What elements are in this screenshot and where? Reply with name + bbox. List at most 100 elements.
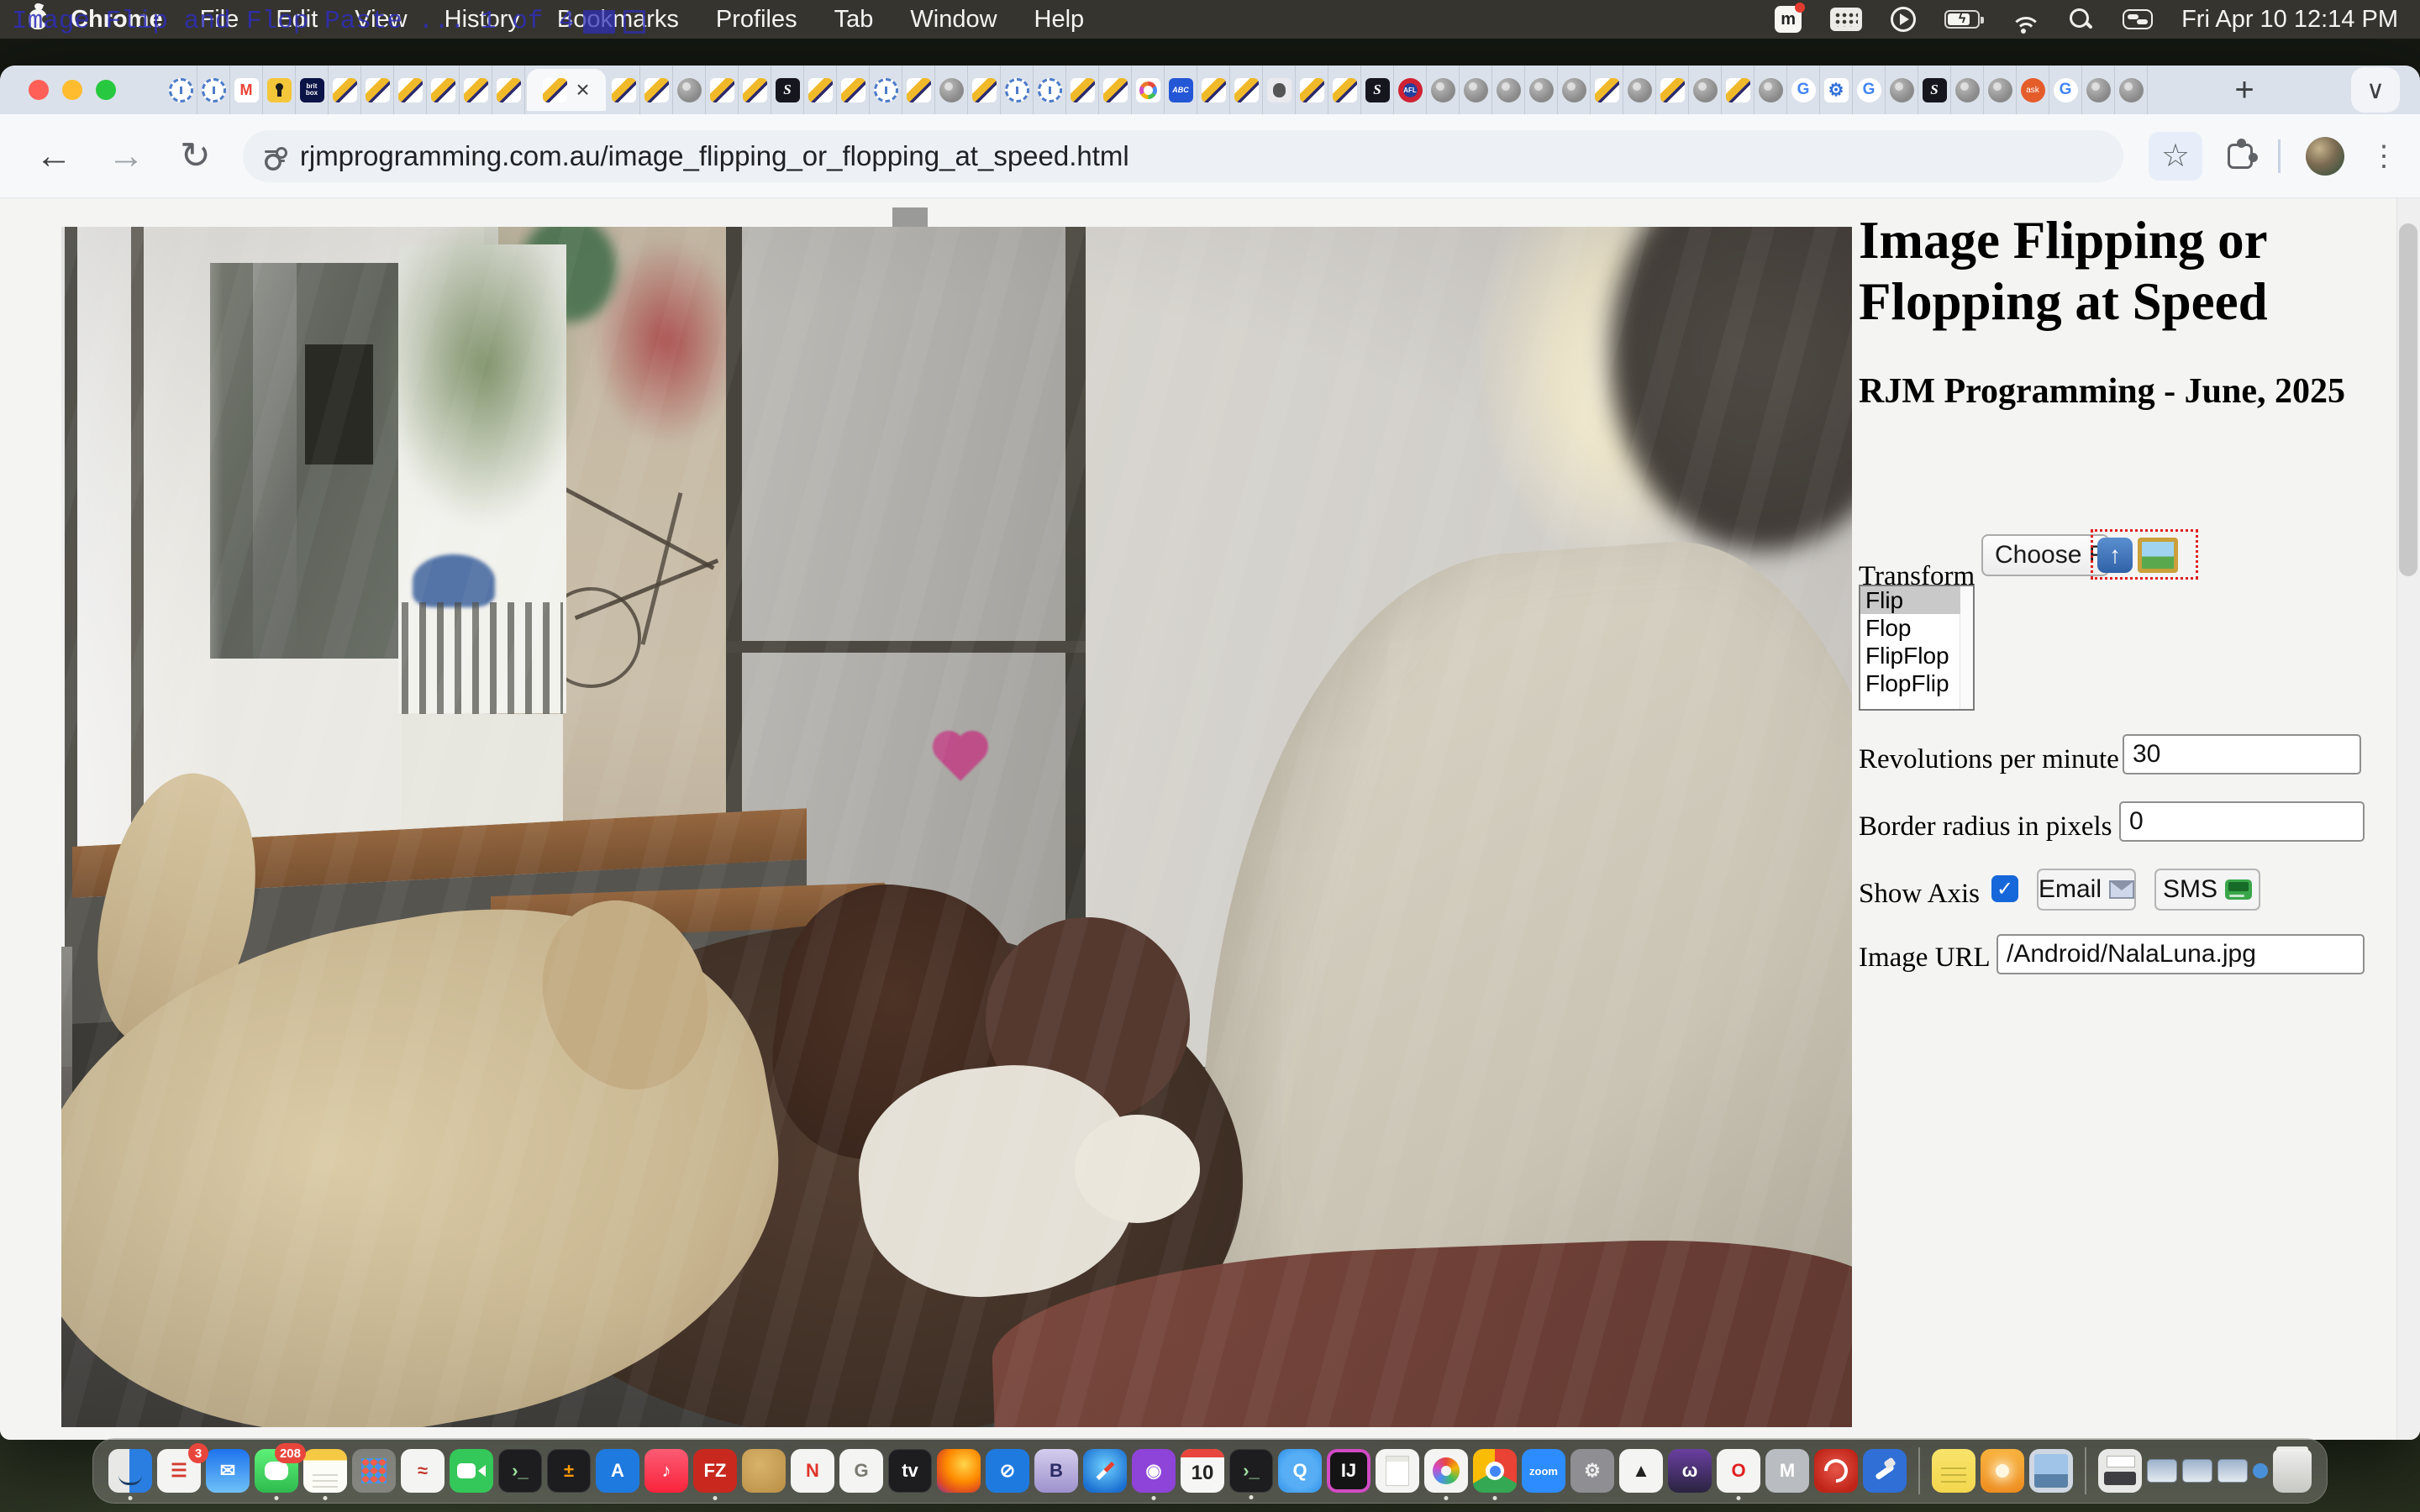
pinned-tab-gray[interactable]: [1951, 66, 1984, 114]
dock-freeform[interactable]: ≈: [401, 1449, 445, 1493]
pinned-tab-gray[interactable]: [2082, 66, 2115, 114]
dock-mail[interactable]: ✉: [206, 1449, 250, 1493]
zoom-window-button[interactable]: [96, 80, 116, 100]
dock-launchpad[interactable]: [352, 1449, 396, 1493]
dock-blocker[interactable]: ⊘: [986, 1449, 1029, 1493]
transform-select[interactable]: FlipFlopFlipFlopFlopFlip: [1859, 585, 1975, 711]
dock-gauge[interactable]: [1814, 1449, 1858, 1493]
dock-gimp[interactable]: G: [839, 1449, 883, 1493]
tab-search-button[interactable]: ∨: [2351, 67, 2400, 113]
site-settings-icon[interactable]: [265, 146, 285, 166]
dock-podcasts[interactable]: ◉: [1132, 1449, 1176, 1493]
back-button[interactable]: ←: [35, 135, 72, 177]
dock-mamp[interactable]: M: [1765, 1449, 1809, 1493]
dock-intellij[interactable]: IJ: [1327, 1449, 1370, 1493]
pinned-tab-clock[interactable]: [1001, 66, 1034, 114]
pinned-tab-gray[interactable]: [1623, 66, 1656, 114]
reload-button[interactable]: ↻: [180, 134, 211, 177]
pinned-tab-pencil[interactable]: [1656, 66, 1689, 114]
menu-item-history[interactable]: History: [445, 6, 520, 34]
pinned-tab-pencil[interactable]: [460, 66, 492, 114]
transform-option-flip[interactable]: Flip: [1860, 586, 1960, 614]
pinned-tab-gmail[interactable]: M: [230, 66, 263, 114]
pinned-tab-gray[interactable]: [1427, 66, 1460, 114]
pinned-tab-pencil[interactable]: [739, 66, 771, 114]
browser-menu-icon[interactable]: ⋮: [2370, 139, 2398, 173]
transform-option-flop[interactable]: Flop: [1860, 614, 1973, 642]
dock-filezilla[interactable]: FZ: [693, 1449, 737, 1493]
pinned-tab-gear[interactable]: ⚙: [1820, 66, 1853, 114]
dock-zoom[interactable]: zoom: [1522, 1449, 1565, 1493]
pinned-tab-pencil[interactable]: [394, 66, 427, 114]
minimize-window-button[interactable]: [62, 80, 82, 100]
pinned-tab-sserif[interactable]: S: [1918, 66, 1951, 114]
menu-item-tab[interactable]: Tab: [834, 6, 874, 34]
pinned-tab-pencil[interactable]: [608, 66, 640, 114]
pinned-tab-afl[interactable]: AFL: [1394, 66, 1427, 114]
pinned-tab-gray[interactable]: [673, 66, 706, 114]
wifi-icon[interactable]: [2008, 8, 2039, 30]
dock-xcode[interactable]: [1863, 1449, 1907, 1493]
transform-option-flipflop[interactable]: FlipFlop: [1860, 642, 1973, 669]
menu-item-edit[interactable]: Edit: [276, 6, 318, 34]
keyboard-icon[interactable]: [1830, 8, 1862, 31]
menu-clock[interactable]: Fri Apr 10 12:14 PM: [2181, 6, 2398, 34]
pinned-tab-pencil[interactable]: [1328, 66, 1361, 114]
dock-archive-utility[interactable]: [742, 1449, 786, 1493]
pinned-tab-pencil[interactable]: [1099, 66, 1132, 114]
forward-button[interactable]: →: [108, 135, 145, 177]
dock-messages[interactable]: 208: [255, 1449, 298, 1493]
extensions-puzzle-icon[interactable]: [2228, 144, 2253, 169]
menu-item-help[interactable]: Help: [1034, 6, 1085, 34]
dock-firefox[interactable]: [937, 1449, 981, 1493]
pinned-tab-pencil[interactable]: [837, 66, 870, 114]
menu-item-window[interactable]: Window: [910, 6, 997, 34]
pinned-tab-clock[interactable]: [870, 66, 902, 114]
dock-calendar[interactable]: 10: [1181, 1449, 1224, 1493]
pinned-tab-google[interactable]: G: [1787, 66, 1820, 114]
dock-safari[interactable]: [1083, 1449, 1127, 1493]
mk-icon[interactable]: m: [1775, 6, 1802, 33]
pinned-tab-clock[interactable]: [165, 66, 197, 114]
pinned-tab-gray[interactable]: [1754, 66, 1787, 114]
pinned-tab-gray[interactable]: [2115, 66, 2148, 114]
dock-calculator[interactable]: ±: [547, 1449, 591, 1493]
pinned-tab-gray[interactable]: [1558, 66, 1591, 114]
pinned-tab-pencil[interactable]: [427, 66, 460, 114]
dock-facetime[interactable]: [450, 1449, 493, 1493]
page-scrollbar[interactable]: [2396, 198, 2420, 1440]
pinned-tab-pencil[interactable]: [1722, 66, 1754, 114]
dock-opera[interactable]: O: [1717, 1449, 1760, 1493]
pinned-tab-gray[interactable]: [1492, 66, 1525, 114]
dock-inkscape[interactable]: ▲: [1619, 1449, 1663, 1493]
pinned-tab-gray[interactable]: [1886, 66, 1918, 114]
pinned-tab-pencil[interactable]: [1230, 66, 1263, 114]
transform-option-flopflip[interactable]: FlopFlip: [1860, 669, 1973, 697]
close-tab-icon[interactable]: ×: [576, 78, 589, 102]
search-icon[interactable]: [2067, 6, 2094, 33]
dock-minimized-window-1[interactable]: [2147, 1459, 2177, 1483]
dock-terminal-2[interactable]: ›_: [1229, 1449, 1273, 1493]
pinned-tab-clock[interactable]: [1034, 66, 1066, 114]
dock-minimized-window-2[interactable]: [2182, 1459, 2212, 1483]
dock-desktop-picture[interactable]: [2029, 1449, 2073, 1493]
pinned-tab-pencil[interactable]: [361, 66, 394, 114]
image-url-input[interactable]: [1996, 934, 2365, 974]
show-axis-checkbox[interactable]: ✓: [1991, 875, 2018, 902]
pinned-tab-pencil[interactable]: [492, 66, 525, 114]
pinned-tab-britbox[interactable]: brit box: [296, 66, 329, 114]
dock-notes[interactable]: [303, 1449, 347, 1493]
menu-item-view[interactable]: View: [355, 6, 407, 34]
pinned-tab-gray[interactable]: [1984, 66, 2017, 114]
dock-settings[interactable]: ⚙: [1570, 1449, 1614, 1493]
pinned-tab-pencil[interactable]: [1591, 66, 1623, 114]
address-bar[interactable]: rjmprogramming.com.au/image_flipping_or_…: [243, 130, 2123, 182]
pinned-tab-pencil[interactable]: [640, 66, 673, 114]
dock-paint[interactable]: [1424, 1449, 1468, 1493]
pinned-tab-gray[interactable]: [1460, 66, 1492, 114]
pinned-tab-pencil[interactable]: [706, 66, 739, 114]
pinned-tab-pencil[interactable]: [968, 66, 1001, 114]
play-icon[interactable]: [1891, 7, 1916, 32]
pinned-tab-sserif[interactable]: S: [1361, 66, 1394, 114]
pinned-tab-apple[interactable]: [1263, 66, 1296, 114]
